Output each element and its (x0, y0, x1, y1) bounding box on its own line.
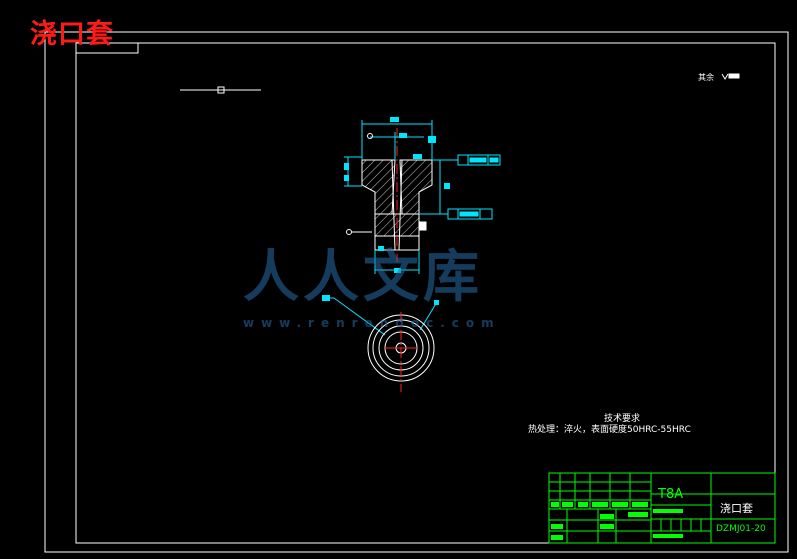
tech-req-line: 热处理：淬火，表面硬度50HRC-55HRC (528, 425, 691, 435)
projection-symbol (180, 86, 261, 94)
surface-note: 其余 (698, 73, 714, 82)
drawing-number-label: DZMJ01-20 (716, 524, 766, 534)
overlay-title: 浇口套 (30, 19, 114, 50)
body-right-half (399, 159, 433, 215)
body-left-half (361, 159, 396, 215)
tolerance-frame-2 (447, 208, 493, 220)
material-label: T8A (658, 487, 684, 502)
tolerance-frame-1 (457, 154, 501, 166)
watermark-logo: 人人文库 (243, 245, 483, 310)
part-name-label: 浇口套 (720, 502, 753, 515)
watermark-url: www.renrendoc.com (243, 316, 501, 330)
roughness-symbol (721, 73, 740, 80)
